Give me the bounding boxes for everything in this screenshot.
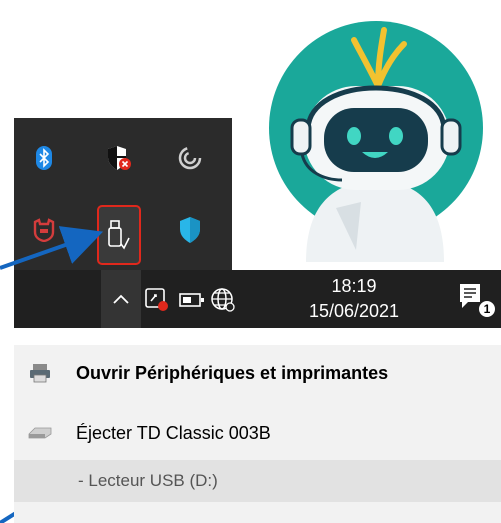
antivirus-tray-button[interactable] [18, 204, 70, 256]
remote-connection-button[interactable] [144, 287, 170, 318]
windows-security-icon [108, 146, 131, 170]
battery-icon [179, 293, 204, 307]
remote-connection-icon [145, 288, 168, 311]
sync-tray-button[interactable] [164, 132, 216, 184]
eject-device-menu-item[interactable]: Éjecter TD Classic 003B [14, 409, 501, 457]
taskbar-clock[interactable]: 18:19 15/06/2021 [294, 274, 414, 324]
usb-drive-icon [26, 421, 54, 445]
defender-tray-button[interactable] [164, 204, 216, 256]
menu-item-label: Ouvrir Périphériques et imprimantes [76, 362, 389, 383]
action-center-button[interactable]: 1 [458, 282, 497, 319]
usb-eject-icon [108, 220, 130, 250]
clock-time: 18:19 [331, 276, 377, 296]
menu-item-label: - Lecteur USB (D:) [78, 471, 218, 490]
taskbar: 18:19 15/06/2021 1 [14, 270, 501, 328]
usb-context-menu: Ouvrir Périphériques et imprimantes Éjec… [14, 345, 501, 523]
bluetooth-icon [36, 146, 52, 170]
open-devices-printers-menu-item[interactable]: Ouvrir Périphériques et imprimantes [14, 349, 501, 397]
network-button[interactable] [210, 287, 236, 318]
show-hidden-icons-button[interactable] [101, 270, 141, 328]
globe-network-icon [211, 288, 235, 312]
sync-icon [178, 146, 202, 170]
chevron-up-icon [113, 294, 129, 304]
windows-security-tray-button[interactable] [93, 132, 145, 184]
clock-date: 15/06/2021 [308, 301, 400, 321]
bluetooth-tray-button[interactable] [18, 132, 70, 184]
antivirus-shield-icon [33, 218, 55, 242]
usb-drive-submenu-item[interactable]: - Lecteur USB (D:) [14, 460, 501, 502]
menu-item-label: Éjecter TD Classic 003B [76, 422, 271, 443]
devices-printers-icon [26, 361, 54, 385]
battery-button[interactable] [179, 291, 205, 314]
notification-count-badge: 1 [477, 299, 497, 319]
defender-shield-icon [180, 217, 200, 243]
usb-eject-tray-button[interactable] [93, 209, 145, 261]
chatbot-avatar [269, 21, 483, 262]
